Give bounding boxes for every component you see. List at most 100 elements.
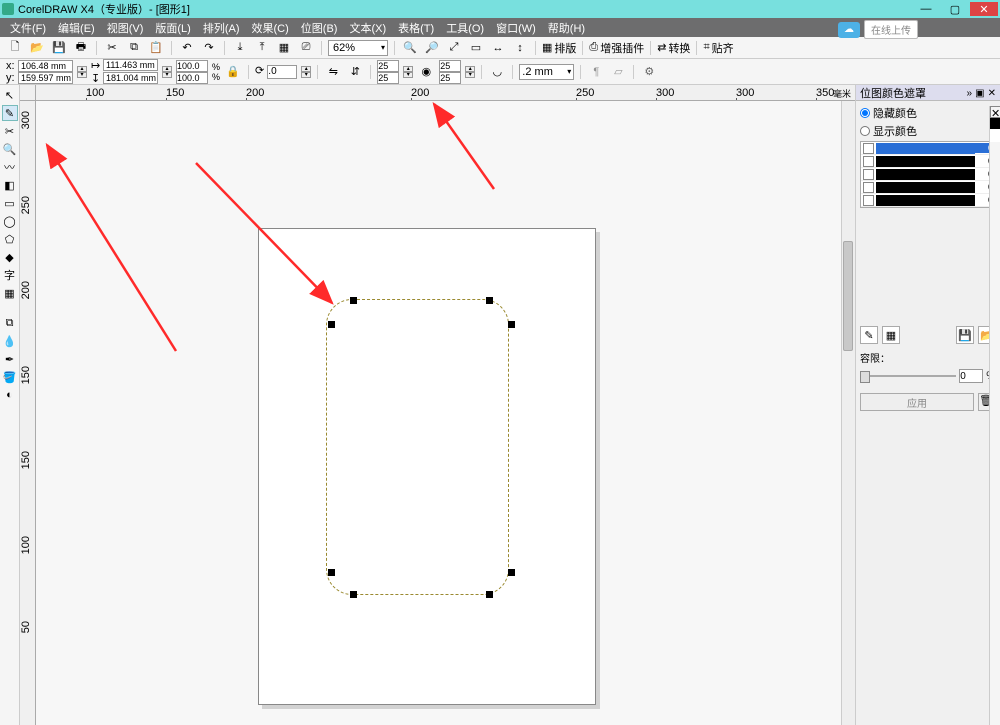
docker-pin-icon[interactable]: » [966,88,972,99]
docker-menu-icon[interactable]: ▣ [975,88,984,99]
edit-color-icon[interactable]: ▦ [882,326,900,344]
undo-icon[interactable]: ↶ [178,39,196,57]
maximize-button[interactable]: ▢ [941,2,969,16]
crop-tool-icon[interactable]: ✂ [2,123,18,139]
shape-tool-icon[interactable]: ✎ [2,105,18,121]
corner-bl-input[interactable] [377,72,399,84]
menu-edit[interactable]: 编辑(E) [58,20,95,36]
zoom-width-icon[interactable]: ↔ [489,39,507,57]
color-row[interactable]: 0 [861,155,995,168]
minimize-button[interactable]: — [912,2,940,16]
outline-width-select[interactable]: .2 mm [519,64,574,80]
eyedropper-mask-icon[interactable]: ✎ [860,326,878,344]
menu-window[interactable]: 窗口(W) [496,20,536,36]
fill-tool-icon[interactable]: 🪣 [2,369,18,385]
zoom-select[interactable]: 62% [328,40,388,56]
menu-view[interactable]: 视图(V) [107,20,144,36]
y-input[interactable] [18,72,73,84]
menu-effects[interactable]: 效果(C) [252,20,289,36]
save-icon[interactable]: 💾 [50,39,68,57]
scale-y-input[interactable] [176,72,208,84]
menu-layout[interactable]: 版面(L) [155,20,190,36]
text-tool-icon[interactable]: 字 [2,267,18,283]
zoom-page-icon[interactable]: ▭ [467,39,485,57]
open-icon[interactable]: 📂 [28,39,46,57]
corner-r-spinner[interactable]: ▴▾ [465,66,475,78]
zoom-fit-icon[interactable]: ⤢ [445,39,463,57]
canvas[interactable] [36,101,841,725]
print-icon[interactable]: 🖶 [72,39,90,57]
menu-tools[interactable]: 工具(O) [446,20,484,36]
radio-hide-color[interactable]: 隐藏颜色 [860,105,996,121]
color-row[interactable]: 0 [861,168,995,181]
tolerance-slider[interactable] [860,375,956,377]
mirror-v-icon[interactable]: ⇵ [346,63,364,81]
eyedropper-icon[interactable]: 💧 [2,333,18,349]
width-input[interactable] [103,59,158,71]
table-tool-icon[interactable]: ▦ [2,285,18,301]
import-icon[interactable]: ⤓ [231,39,249,57]
mirror-h-icon[interactable]: ⇋ [324,63,342,81]
corner-lock-icon[interactable]: ◉ [417,63,435,81]
to-curve-icon[interactable]: ◡ [488,63,506,81]
front-icon[interactable]: ▱ [609,63,627,81]
cut-icon[interactable]: ✂ [103,39,121,57]
close-button[interactable]: ✕ [970,2,998,16]
app-launcher-icon[interactable]: ▦ [275,39,293,57]
scrollbar-thumb[interactable] [843,241,853,351]
xy-spinner[interactable]: ▴▾ [77,66,87,78]
rotation-input[interactable] [267,65,297,79]
export-icon[interactable]: ⤒ [253,39,271,57]
freehand-tool-icon[interactable]: 〰 [2,159,18,175]
basic-shapes-icon[interactable]: ◆ [2,249,18,265]
menu-text[interactable]: 文本(X) [349,20,386,36]
outline-pen-icon[interactable]: ✒ [2,351,18,367]
corner-l-spinner[interactable]: ▴▾ [403,66,413,78]
corner-br-input[interactable] [439,72,461,84]
tolerance-input[interactable] [959,369,983,383]
new-icon[interactable]: 🗋 [6,39,24,57]
docker-close-icon[interactable]: ✕ [988,88,996,99]
height-input[interactable] [103,72,158,84]
polygon-tool-icon[interactable]: ⬠ [2,231,18,247]
save-mask-icon[interactable]: 💾 [956,326,974,344]
menu-table[interactable]: 表格(T) [398,20,434,36]
scale-x-input[interactable] [176,60,208,72]
color-row[interactable]: 0 [861,194,995,207]
horizontal-ruler[interactable]: 100 150 200 200 250 300 300 350 毫米 [36,85,855,101]
layout-button[interactable]: ▦ 排版 [542,40,576,56]
ellipse-tool-icon[interactable]: ◯ [2,213,18,229]
redo-icon[interactable]: ↷ [200,39,218,57]
interactive-blend-icon[interactable]: ⧉ [2,315,18,331]
vertical-ruler[interactable]: 300 250 200 150 150 100 50 [20,101,36,725]
options-icon[interactable]: ⚙ [640,63,658,81]
ruler-origin[interactable] [20,85,36,101]
interactive-fill-icon[interactable]: ◐ [2,387,18,403]
apply-button[interactable]: 应用 [860,393,974,411]
zoom-tool-icon[interactable]: 🔍 [2,141,18,157]
x-input[interactable] [18,60,73,72]
smart-fill-icon[interactable]: ◧ [2,177,18,193]
corner-tr-input[interactable] [439,60,461,72]
menu-help[interactable]: 帮助(H) [548,20,585,36]
zoom-height-icon[interactable]: ↕ [511,39,529,57]
vertical-scrollbar[interactable] [841,101,855,725]
rectangle-tool-icon[interactable]: ▭ [2,195,18,211]
menu-arrange[interactable]: 排列(A) [203,20,240,36]
cloud-upload-badge[interactable]: ☁ 在线上传 [838,20,918,39]
color-row[interactable]: 0 [861,142,995,155]
pick-tool-icon[interactable]: ↖ [2,87,18,103]
enhance-plugin-button[interactable]: ⎙ 增强插件 [589,40,644,56]
zoom-out-icon[interactable]: 🔎 [423,39,441,57]
snap-button[interactable]: ⌗ 贴齐 [703,40,733,56]
menu-bitmap[interactable]: 位图(B) [301,20,338,36]
zoom-in-icon[interactable]: 🔍 [401,39,419,57]
copy-icon[interactable]: ⧉ [125,39,143,57]
welcome-icon[interactable]: ⎚ [297,39,315,57]
menu-file[interactable]: 文件(F) [10,20,46,36]
paste-icon[interactable]: 📋 [147,39,165,57]
convert-button[interactable]: ⇄ 转换 [657,40,690,56]
lock-ratio-icon[interactable]: 🔒 [224,63,242,81]
wh-spinner[interactable]: ▴▾ [162,66,172,78]
corner-tl-input[interactable] [377,60,399,72]
